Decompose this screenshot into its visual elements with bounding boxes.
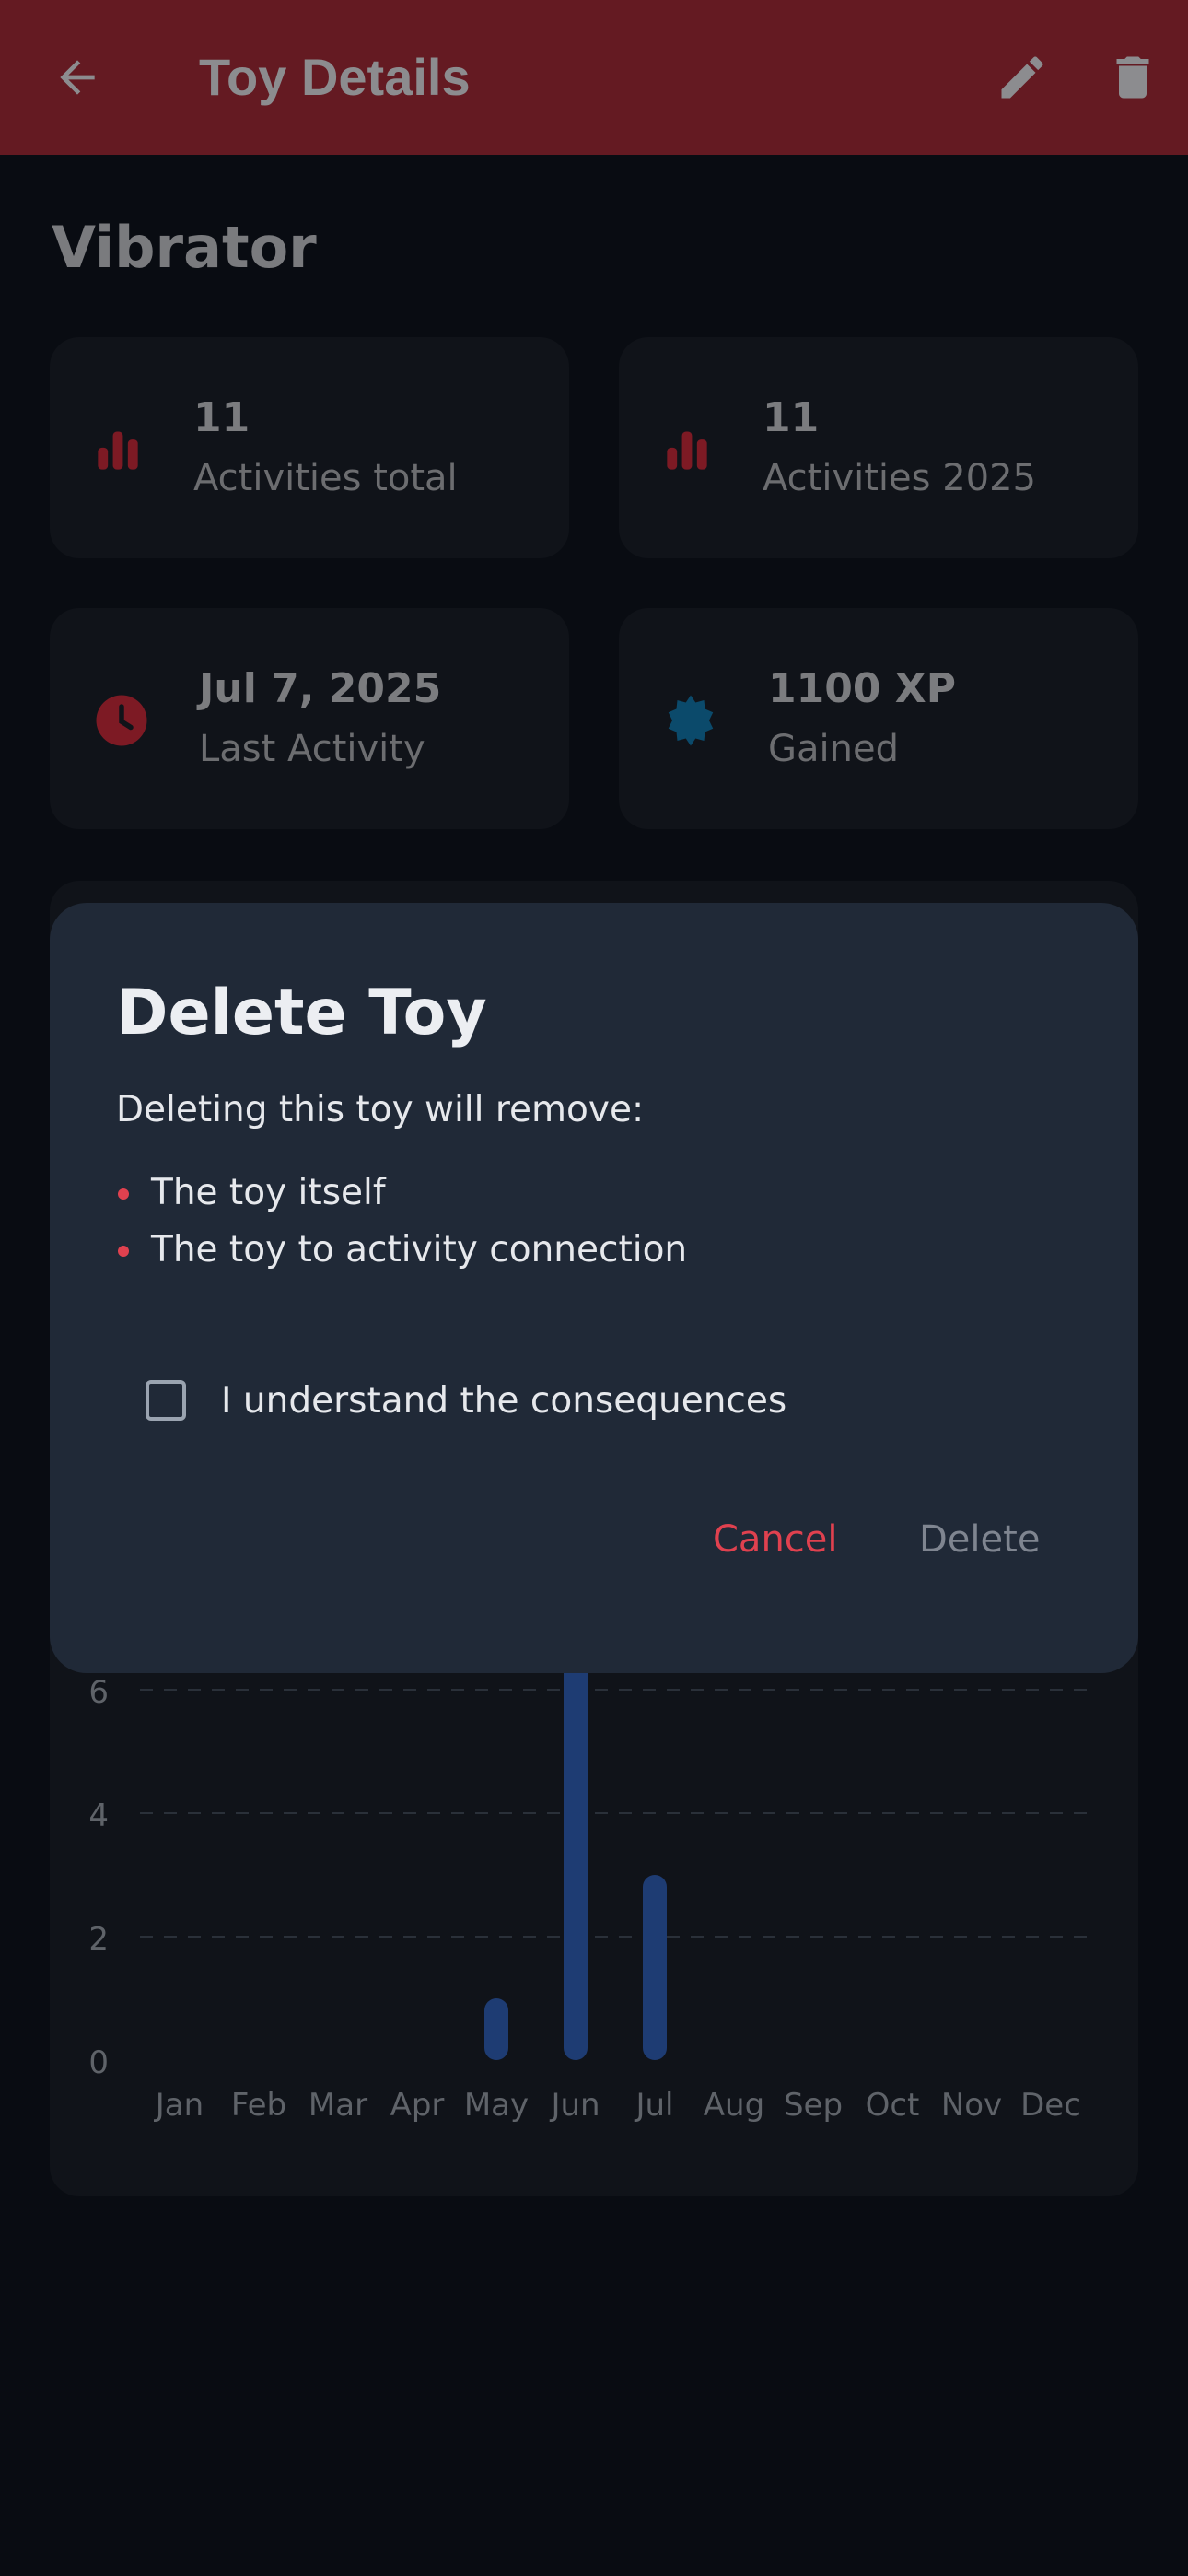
consequences-checkbox[interactable] [146, 1380, 186, 1421]
dialog-title: Delete Toy [116, 977, 487, 1049]
consequences-checkbox-row[interactable]: I understand the consequences [146, 1373, 786, 1428]
delete-toy-button[interactable] [1089, 33, 1177, 122]
checkbox-label[interactable]: I understand the consequences [221, 1380, 786, 1422]
bullet-icon [118, 1246, 129, 1257]
delete-toy-dialog: Delete Toy Deleting this toy will remove… [50, 903, 1138, 1673]
list-item-text: The toy to activity connection [151, 1229, 688, 1270]
app-bar-title: Toy Details [199, 48, 471, 106]
list-item-text: The toy itself [151, 1172, 386, 1213]
pencil-icon [1001, 56, 1043, 99]
consequence-list: The toy itself The toy to activity conne… [116, 1165, 687, 1279]
confirm-delete-button[interactable]: Delete [919, 1518, 1040, 1561]
edit-button[interactable] [978, 33, 1066, 122]
list-item: The toy itself [116, 1165, 687, 1222]
dialog-intro: Deleting this toy will remove: [116, 1089, 645, 1130]
back-button[interactable] [33, 33, 122, 122]
trash-icon [1116, 56, 1149, 99]
cancel-button[interactable]: Cancel [713, 1518, 838, 1561]
arrow-left-icon [60, 60, 95, 95]
list-item: The toy to activity connection [116, 1222, 687, 1279]
bullet-icon [118, 1188, 129, 1200]
app-bar: Toy Details [0, 0, 1188, 155]
